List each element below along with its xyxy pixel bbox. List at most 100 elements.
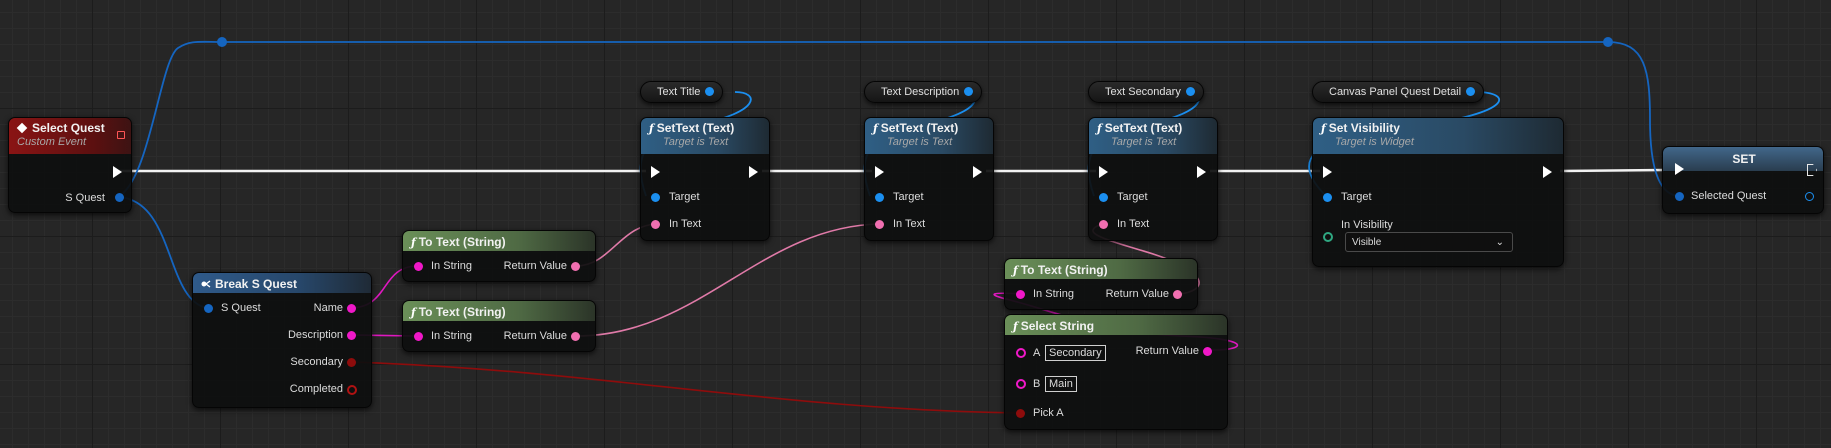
- text-title-out-pin[interactable]: [705, 87, 715, 96]
- pin-label-return-value: Return Value: [503, 330, 567, 342]
- set-header: SET: [1663, 147, 1823, 171]
- break-struct-icon: [201, 280, 211, 288]
- settext-header: ƒ SetText (Text) Target is Text: [1089, 118, 1217, 154]
- return-value-pin[interactable]: [571, 332, 580, 341]
- a-in-pin[interactable]: [1016, 348, 1026, 358]
- settext-header: ƒ SetText (Text) Target is Text: [865, 118, 993, 154]
- pick-a-in-pin[interactable]: [1016, 409, 1025, 418]
- getter-label: Canvas Panel Quest Detail: [1329, 86, 1462, 98]
- to-text-secondary-node[interactable]: ƒ To Text (String) In String Return Value: [1004, 258, 1198, 310]
- node-subtitle: Target is Text: [663, 136, 729, 148]
- exec-out-pin[interactable]: [749, 166, 758, 178]
- getter-label: Text Description: [881, 86, 960, 98]
- in-text-pin[interactable]: [875, 220, 884, 229]
- getter-label: Text Secondary: [1105, 86, 1181, 98]
- node-title: SET: [1732, 152, 1756, 166]
- exec-in-pin[interactable]: [1675, 163, 1684, 175]
- function-icon: ƒ: [411, 306, 416, 319]
- node-title: Set Visibility: [1328, 121, 1400, 135]
- node-title: Select String: [1020, 319, 1095, 333]
- selected-quest-out-pin[interactable]: [1805, 192, 1814, 201]
- b-value-field[interactable]: Main: [1045, 376, 1077, 392]
- in-visibility-pin[interactable]: [1323, 232, 1333, 242]
- exec-out-pin[interactable]: [973, 166, 982, 178]
- chevron-down-icon: ⌄: [1495, 237, 1504, 248]
- node-title: SetText (Text): [656, 121, 735, 135]
- node-title: To Text (String): [418, 235, 506, 249]
- pin-label-s-quest: S Quest: [221, 302, 261, 314]
- settext-header: ƒ SetText (Text) Target is Text: [641, 118, 769, 154]
- to-text-header: ƒ To Text (String): [403, 301, 595, 321]
- node-subtitle: Target is Widget: [1335, 136, 1414, 148]
- settext-description-node[interactable]: ƒ SetText (Text) Target is Text Target In…: [864, 117, 994, 241]
- exec-out-pin[interactable]: [1543, 166, 1552, 178]
- canvas-panel-out-pin[interactable]: [1466, 87, 1476, 96]
- to-text-description-node[interactable]: ƒ To Text (String) In String Return Value: [402, 300, 596, 352]
- break-s-quest-node[interactable]: Break S Quest S Quest Name Description S…: [192, 272, 372, 408]
- exec-in-pin[interactable]: [1099, 166, 1108, 178]
- to-text-name-node[interactable]: ƒ To Text (String) In String Return Value: [402, 230, 596, 282]
- function-icon: ƒ: [1013, 264, 1018, 277]
- set-selected-quest-node[interactable]: SET Selected Quest: [1662, 146, 1824, 214]
- pin-label-target: Target: [1117, 191, 1148, 203]
- function-icon: ƒ: [1013, 320, 1018, 333]
- b-in-pin[interactable]: [1016, 379, 1026, 389]
- node-title: Break S Quest: [215, 277, 298, 291]
- exec-in-pin[interactable]: [651, 166, 660, 178]
- text-secondary-getter[interactable]: Text Secondary: [1088, 81, 1204, 103]
- in-string-pin[interactable]: [1016, 290, 1025, 299]
- in-string-pin[interactable]: [414, 262, 423, 271]
- description-out-pin[interactable]: [347, 331, 356, 340]
- select-string-header: ƒ Select String: [1005, 315, 1227, 335]
- target-in-pin[interactable]: [651, 193, 660, 202]
- event-diamond-icon: [16, 122, 28, 134]
- text-secondary-out-pin[interactable]: [1185, 87, 1195, 96]
- target-in-pin[interactable]: [875, 193, 884, 202]
- pin-label-selected-quest: Selected Quest: [1691, 190, 1767, 202]
- node-title: To Text (String): [418, 305, 506, 319]
- return-value-pin[interactable]: [571, 262, 580, 271]
- selected-quest-in-pin[interactable]: [1675, 192, 1684, 201]
- secondary-out-pin[interactable]: [347, 358, 356, 367]
- canvas-panel-quest-detail-getter[interactable]: Canvas Panel Quest Detail: [1312, 81, 1485, 103]
- exec-in-pin[interactable]: [875, 166, 884, 178]
- pin-label-description: Description: [287, 329, 343, 341]
- pin-label-return-value: Return Value: [1105, 288, 1169, 300]
- settext-secondary-node[interactable]: ƒ SetText (Text) Target is Text Target In…: [1088, 117, 1218, 241]
- text-description-out-pin[interactable]: [964, 87, 974, 96]
- pin-label-a: A: [1033, 347, 1041, 359]
- s-quest-out-pin[interactable]: [115, 193, 124, 202]
- function-icon: ƒ: [1321, 122, 1326, 135]
- exec-out-pin[interactable]: [113, 166, 122, 178]
- completed-out-pin[interactable]: [347, 385, 357, 395]
- node-subtitle: Target is Text: [1111, 136, 1177, 148]
- select-quest-event-node[interactable]: Select Quest Custom Event S Quest: [8, 117, 132, 213]
- pin-label-return-value: Return Value: [1135, 345, 1199, 357]
- exec-in-pin[interactable]: [1323, 166, 1332, 178]
- in-string-pin[interactable]: [414, 332, 423, 341]
- s-quest-in-pin[interactable]: [204, 304, 213, 313]
- text-title-getter[interactable]: Text Title: [640, 81, 724, 103]
- return-value-pin[interactable]: [1203, 347, 1212, 356]
- visibility-dropdown[interactable]: Visible ⌄: [1345, 232, 1513, 252]
- in-text-pin[interactable]: [1099, 220, 1108, 229]
- pin-label-completed: Completed: [289, 383, 343, 395]
- function-icon: ƒ: [411, 236, 416, 249]
- set-visibility-node[interactable]: ƒ Set Visibility Target is Widget Target …: [1312, 117, 1564, 267]
- target-in-pin[interactable]: [1323, 193, 1332, 202]
- target-in-pin[interactable]: [1099, 193, 1108, 202]
- node-title: SetText (Text): [1104, 121, 1183, 135]
- pin-label-return-value: Return Value: [503, 260, 567, 272]
- in-text-pin[interactable]: [651, 220, 660, 229]
- settext-title-node[interactable]: ƒ SetText (Text) Target is Text Target In…: [640, 117, 770, 241]
- delegate-pin-icon[interactable]: [117, 131, 125, 139]
- a-value-field[interactable]: Secondary: [1045, 345, 1106, 361]
- select-string-node[interactable]: ƒ Select String A Secondary Return Value …: [1004, 314, 1228, 430]
- exec-out-pin[interactable]: [1197, 166, 1206, 178]
- pin-label-target: Target: [669, 191, 700, 203]
- name-out-pin[interactable]: [347, 304, 356, 313]
- pin-label-in-visibility: In Visibility: [1341, 219, 1393, 231]
- node-title: Select Quest: [32, 121, 105, 135]
- text-description-getter[interactable]: Text Description: [864, 81, 983, 103]
- return-value-pin[interactable]: [1173, 290, 1182, 299]
